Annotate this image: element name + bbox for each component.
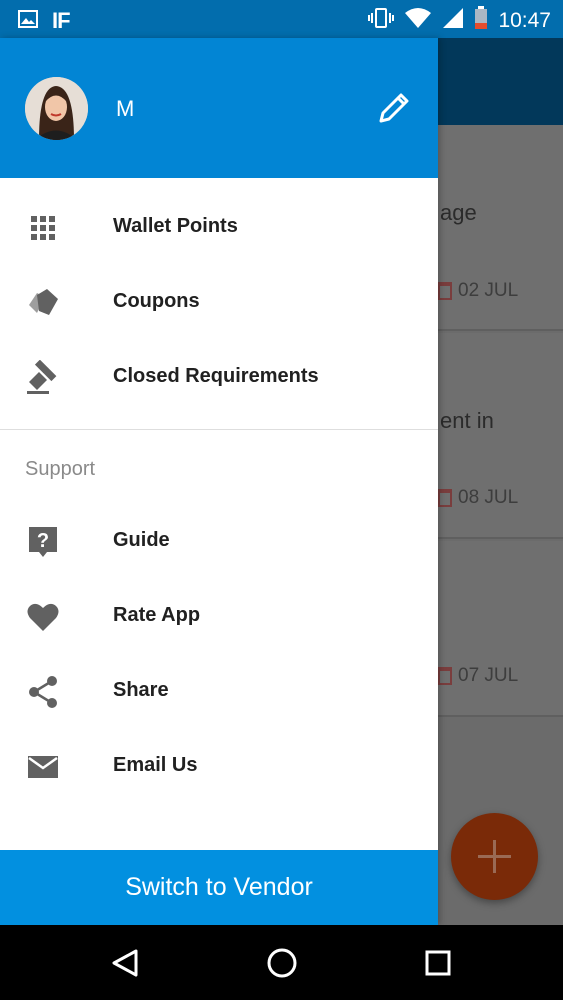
card-date-label: 08 JUL <box>458 487 519 508</box>
help-icon: ? <box>25 524 61 560</box>
back-icon[interactable] <box>106 943 146 983</box>
card-date: 07 JUL <box>438 665 518 687</box>
heart-icon <box>25 599 61 635</box>
card-title: age <box>440 200 477 225</box>
user-name: M <box>116 96 135 121</box>
menu-item-coupons[interactable]: Coupons <box>0 270 438 336</box>
card-title: ent in <box>440 408 494 433</box>
if-logo: IF <box>52 8 71 33</box>
card-date: 08 JUL <box>438 487 518 509</box>
navigation-bar <box>0 925 563 1000</box>
grid-icon <box>25 210 61 246</box>
menu-item-rate-app[interactable]: Rate App <box>0 584 438 650</box>
add-fab-button[interactable] <box>451 813 538 900</box>
share-icon <box>25 674 61 710</box>
edit-icon[interactable] <box>374 88 414 128</box>
menu-item-closed-requirements[interactable]: Closed Requirements <box>0 345 438 411</box>
wifi-icon <box>404 7 432 34</box>
tag-icon <box>25 285 61 321</box>
image-icon <box>18 9 38 33</box>
card-date-label: 07 JUL <box>458 665 519 686</box>
status-bar: IF 10:47 <box>0 0 563 38</box>
menu-item-guide[interactable]: ? Guide <box>0 509 438 575</box>
svg-text:?: ? <box>37 530 49 552</box>
menu-item-label: Closed Requirements <box>113 365 319 387</box>
navigation-drawer: M Wallet Points Coupons Closed Requireme… <box>0 38 438 925</box>
drawer-header: M <box>0 38 438 178</box>
battery-icon <box>474 6 488 35</box>
card-date: 02 JUL <box>438 280 518 302</box>
menu-item-email-us[interactable]: Email Us <box>0 734 438 800</box>
menu-item-label: Email Us <box>113 754 198 776</box>
recents-icon[interactable] <box>418 943 458 983</box>
home-icon[interactable] <box>262 943 302 983</box>
vibrate-icon <box>368 7 395 34</box>
email-icon <box>25 749 61 785</box>
divider <box>0 429 438 430</box>
signal-icon <box>442 7 464 34</box>
clock: 10:47 <box>498 8 551 32</box>
card-date-label: 02 JUL <box>458 280 519 301</box>
menu-item-share[interactable]: Share <box>0 659 438 725</box>
menu-item-label: Coupons <box>113 290 200 312</box>
avatar[interactable] <box>25 77 88 140</box>
calendar-icon <box>438 282 452 300</box>
switch-to-vendor-button[interactable]: Switch to Vendor <box>0 850 438 925</box>
gavel-icon <box>25 359 61 396</box>
menu-item-label: Rate App <box>113 604 201 626</box>
calendar-icon <box>438 489 452 507</box>
calendar-icon <box>438 667 452 685</box>
menu-item-label: Wallet Points <box>113 215 238 237</box>
menu-item-wallet-points[interactable]: Wallet Points <box>0 195 438 261</box>
menu-item-label: Share <box>113 679 169 701</box>
support-section-title: Support <box>25 458 96 480</box>
menu-item-label: Guide <box>113 529 170 551</box>
